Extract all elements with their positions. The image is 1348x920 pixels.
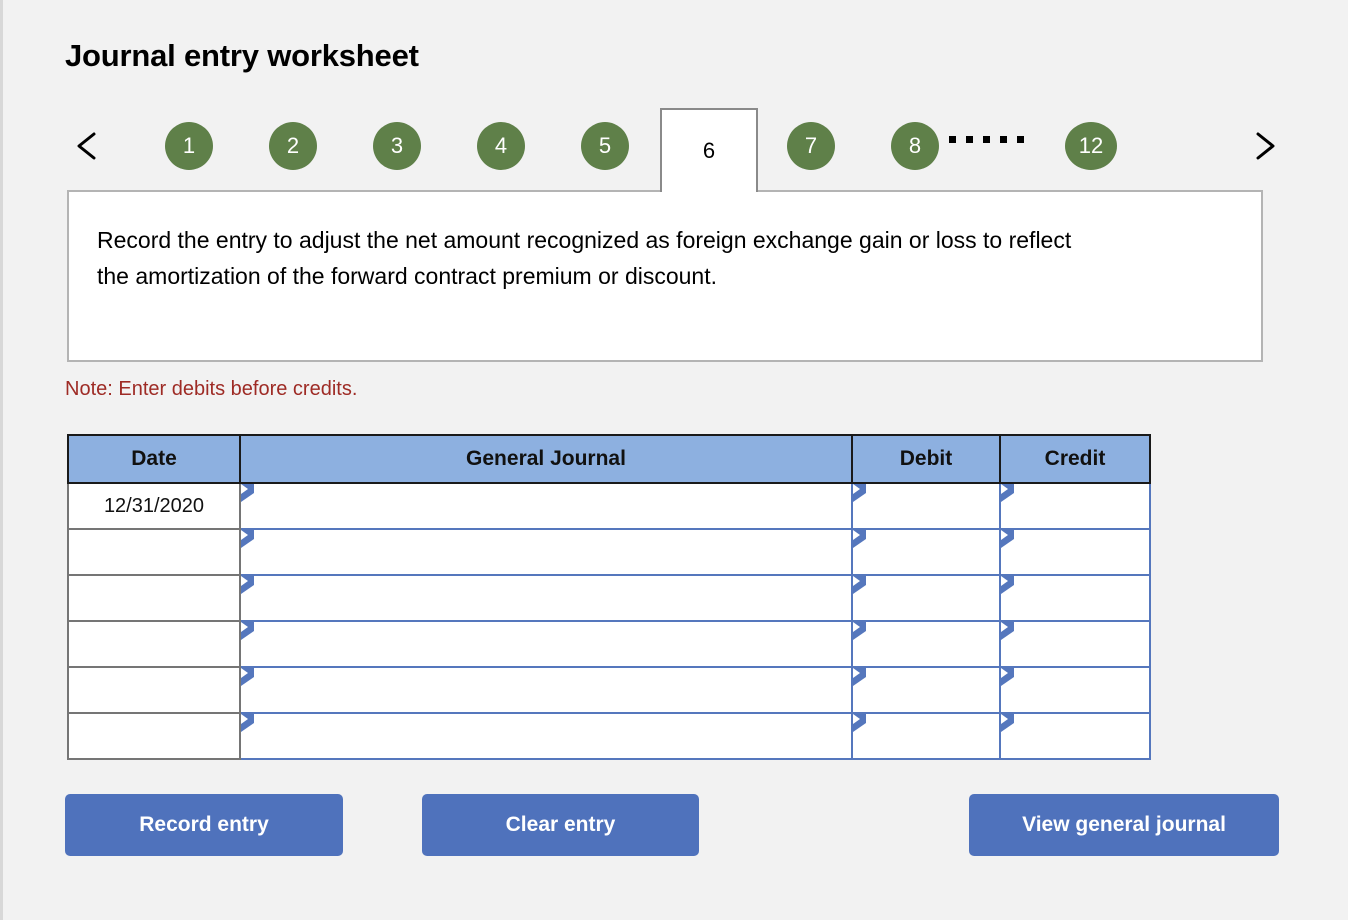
- general-journal-input[interactable]: [239, 620, 853, 668]
- clear-entry-button[interactable]: Clear entry: [422, 794, 699, 856]
- journal-entry-table: Date General Journal Debit Credit 12/31/…: [67, 434, 1151, 760]
- general-journal-input[interactable]: [239, 666, 853, 714]
- tab-label: 3: [390, 133, 404, 158]
- column-header-date: Date: [67, 434, 241, 484]
- date-cell[interactable]: 12/31/2020: [67, 482, 241, 530]
- general-journal-input[interactable]: [239, 528, 853, 576]
- table-row: [67, 620, 1151, 668]
- table-row: [67, 712, 1151, 760]
- debit-input[interactable]: [851, 482, 1001, 530]
- tab-label: 5: [598, 133, 612, 158]
- tab-entry-3[interactable]: 3: [373, 122, 421, 170]
- dropdown-triangle-notch: [853, 530, 860, 540]
- general-journal-input[interactable]: [239, 574, 853, 622]
- dropdown-triangle-notch: [241, 484, 248, 494]
- dropdown-triangle-notch: [1001, 576, 1008, 586]
- dropdown-triangle-notch: [853, 714, 860, 724]
- column-header-debit: Debit: [851, 434, 1001, 484]
- record-entry-button[interactable]: Record entry: [65, 794, 343, 856]
- dropdown-triangle-notch: [1001, 622, 1008, 632]
- worksheet-page: Journal entry worksheet 1 2 3 4 5 6 7 8 …: [0, 0, 1348, 920]
- column-header-general-journal: General Journal: [239, 434, 853, 484]
- tab-entry-12[interactable]: 12: [1065, 122, 1117, 170]
- debit-input[interactable]: [851, 620, 1001, 668]
- general-journal-input[interactable]: [239, 712, 853, 760]
- credit-input[interactable]: [999, 666, 1151, 714]
- tab-entry-6-active[interactable]: 6: [660, 108, 758, 192]
- date-cell[interactable]: [67, 620, 241, 668]
- dropdown-triangle-notch: [853, 668, 860, 678]
- dropdown-triangle-notch: [853, 576, 860, 586]
- instruction-panel: Record the entry to adjust the net amoun…: [67, 190, 1263, 362]
- view-general-journal-button[interactable]: View general journal: [969, 794, 1279, 856]
- tab-entry-4[interactable]: 4: [477, 122, 525, 170]
- date-cell[interactable]: [67, 712, 241, 760]
- dropdown-triangle-notch: [241, 576, 248, 586]
- chevron-left-icon[interactable]: [71, 126, 103, 166]
- tab-label: 7: [804, 133, 818, 158]
- column-header-credit: Credit: [999, 434, 1151, 484]
- dropdown-triangle-notch: [1001, 714, 1008, 724]
- debit-input[interactable]: [851, 574, 1001, 622]
- date-cell[interactable]: [67, 528, 241, 576]
- dropdown-triangle-notch: [1001, 668, 1008, 678]
- dropdown-triangle-notch: [1001, 484, 1008, 494]
- tab-label: 12: [1078, 133, 1104, 158]
- dropdown-triangle-notch: [1001, 530, 1008, 540]
- table-row: [67, 574, 1151, 622]
- table-row: [67, 666, 1151, 714]
- date-cell[interactable]: [67, 666, 241, 714]
- credit-input[interactable]: [999, 712, 1151, 760]
- chevron-right-icon[interactable]: [1249, 126, 1281, 166]
- tab-label: 6: [702, 138, 716, 163]
- date-cell[interactable]: [67, 574, 241, 622]
- dropdown-triangle-notch: [853, 622, 860, 632]
- credit-input[interactable]: [999, 574, 1151, 622]
- page-title: Journal entry worksheet: [65, 38, 419, 73]
- debit-input[interactable]: [851, 528, 1001, 576]
- credit-input[interactable]: [999, 620, 1151, 668]
- debit-input[interactable]: [851, 712, 1001, 760]
- tab-entry-8[interactable]: 8: [891, 122, 939, 170]
- dropdown-triangle-notch: [241, 530, 248, 540]
- entry-tab-strip: 1 2 3 4 5 6 7 8 12: [65, 108, 1275, 192]
- tab-label: 2: [286, 133, 300, 158]
- tab-entry-2[interactable]: 2: [269, 122, 317, 170]
- tab-entry-1[interactable]: 1: [165, 122, 213, 170]
- tab-label: 8: [908, 133, 922, 158]
- tab-label: 4: [494, 133, 508, 158]
- debits-before-credits-note: Note: Enter debits before credits.: [65, 378, 358, 400]
- general-journal-input[interactable]: [239, 482, 853, 530]
- date-value: 12/31/2020: [103, 495, 205, 517]
- credit-input[interactable]: [999, 528, 1151, 576]
- tab-entry-7[interactable]: 7: [787, 122, 835, 170]
- credit-input[interactable]: [999, 482, 1151, 530]
- table-header-row: Date General Journal Debit Credit: [67, 434, 1151, 484]
- tab-ellipsis: [949, 136, 1024, 143]
- tab-label: 1: [182, 133, 196, 158]
- dropdown-triangle-notch: [241, 714, 248, 724]
- dropdown-triangle-notch: [241, 622, 248, 632]
- tab-entry-5[interactable]: 5: [581, 122, 629, 170]
- debit-input[interactable]: [851, 666, 1001, 714]
- dropdown-triangle-notch: [241, 668, 248, 678]
- instruction-text: Record the entry to adjust the net amoun…: [97, 227, 1072, 289]
- table-row: [67, 528, 1151, 576]
- dropdown-triangle-notch: [853, 484, 860, 494]
- table-row: 12/31/2020: [67, 482, 1151, 530]
